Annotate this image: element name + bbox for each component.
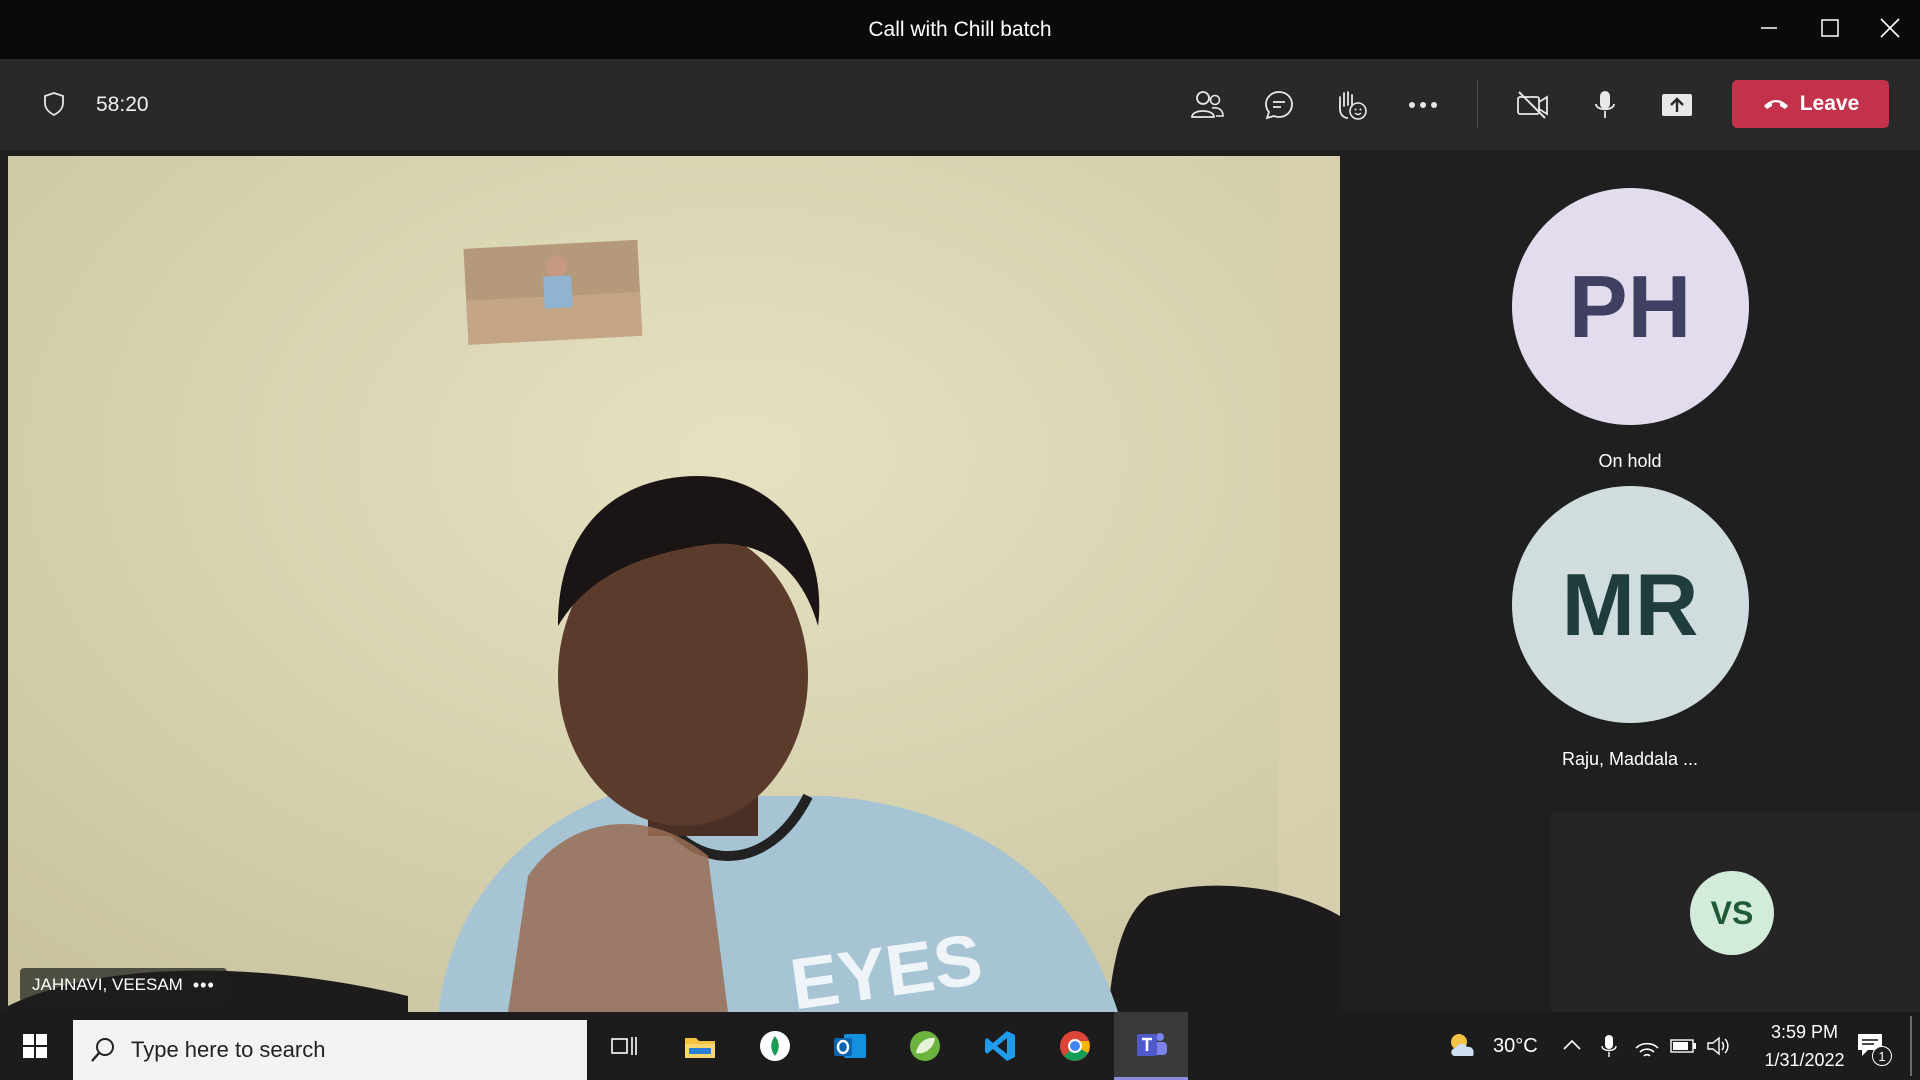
avatar-initials: PH [1568,256,1692,356]
participant-status: On hold [1598,451,1662,471]
participant-tile-ph[interactable]: PH On hold [1510,188,1750,472]
camera-off-icon [1517,91,1548,119]
close-button[interactable] [1870,10,1910,46]
maximize-icon [1821,19,1839,37]
vscode-button[interactable] [970,1012,1030,1080]
search-icon [91,1038,114,1062]
share-icon [1662,94,1692,116]
more-options-button[interactable] [1401,83,1445,127]
app-button-green[interactable] [745,1012,805,1080]
window-title: Call with Chill batch [868,18,1052,41]
weather-temp: 30°C [1493,1035,1538,1057]
chrome-button[interactable] [1045,1012,1105,1080]
teams-icon [1137,1032,1167,1056]
chat-icon [1265,91,1293,120]
chevron-up-icon[interactable] [1562,1038,1582,1056]
clock-time[interactable]: 3:59 PM [1752,1022,1857,1043]
outlook-icon [834,1034,866,1058]
task-view-icon [611,1037,637,1055]
chat-button[interactable] [1257,83,1301,127]
meeting-stage: EYES JAHNAVI, VEESAM ••• PH On hold MR R… [0,150,1920,1012]
phone-hangup-icon [1763,100,1788,109]
file-explorer-button[interactable] [670,1012,730,1080]
search-placeholder: Type here to search [131,1037,326,1062]
participant-name-badge: JAHNAVI, VEESAM ••• [20,968,227,1002]
microphone-tray-icon[interactable] [1601,1034,1617,1063]
vscode-icon [985,1031,1015,1061]
volume-icon[interactable] [1706,1035,1732,1062]
avatar-initials: VS [1710,894,1754,931]
toolbar-divider [1477,79,1478,129]
participant-name: Raju, Maddala ... [1561,749,1699,769]
close-icon [1880,18,1900,38]
maximize-button[interactable] [1810,10,1850,46]
leave-button[interactable]: Leave [1732,80,1889,128]
participant-tile-vs[interactable]: VS [1551,813,1920,1012]
folder-icon [685,1038,715,1058]
show-desktop-button[interactable] [1910,1016,1912,1076]
call-timer: 58:20 [96,93,149,116]
windows-logo-icon [23,1034,47,1058]
more-icon [1409,102,1437,108]
leave-label: Leave [1799,92,1860,115]
app-icon [760,1031,790,1061]
minimize-button[interactable] [1749,10,1789,46]
avatar-initials: MR [1561,554,1699,654]
share-screen-button[interactable] [1655,83,1699,127]
video-frame: EYES [8,156,1340,1012]
more-icon[interactable]: ••• [193,975,215,996]
chrome-icon [1060,1031,1090,1061]
camera-toggle-button[interactable] [1511,83,1555,127]
start-button[interactable] [0,1012,70,1080]
microphone-icon [1595,91,1615,118]
task-view-button[interactable] [594,1012,654,1080]
title-bar: Call with Chill batch [0,0,1920,59]
notification-count: 1 [1878,1048,1886,1064]
weather-icon[interactable] [1446,1030,1482,1065]
avatar-mr: MR [1511,486,1749,723]
battery-icon[interactable] [1670,1038,1698,1059]
participants-button[interactable] [1185,83,1229,127]
participant-name: JAHNAVI, VEESAM [32,975,183,994]
meeting-toolbar: 58:20 Leave [0,59,1920,150]
reactions-button[interactable] [1329,83,1373,127]
avatar-ph: PH [1511,188,1749,425]
notification-count-badge: 1 [1872,1046,1892,1066]
taskbar-search[interactable]: Type here to search [73,1020,587,1080]
people-icon [1191,91,1224,118]
main-video[interactable]: EYES JAHNAVI, VEESAM ••• [8,156,1340,1012]
teams-button[interactable] [1114,1012,1188,1080]
raise-hand-icon [1339,91,1367,120]
windows-taskbar: Type here to search 30°C 3:59 PM 1/31/20… [0,1012,1920,1080]
notification-center-button[interactable]: 1 [1854,1030,1898,1070]
spring-tool-button[interactable] [895,1012,955,1080]
wifi-icon[interactable] [1634,1036,1660,1063]
microphone-button[interactable] [1583,83,1627,127]
avatar-vs: VS [1690,871,1774,955]
leaf-icon [910,1031,940,1061]
outlook-button[interactable] [820,1012,880,1080]
participant-tile-mr[interactable]: MR Raju, Maddala ... [1510,486,1750,770]
shield-icon [42,91,66,122]
minimize-icon [1761,27,1777,29]
clock-date[interactable]: 1/31/2022 [1744,1050,1865,1071]
